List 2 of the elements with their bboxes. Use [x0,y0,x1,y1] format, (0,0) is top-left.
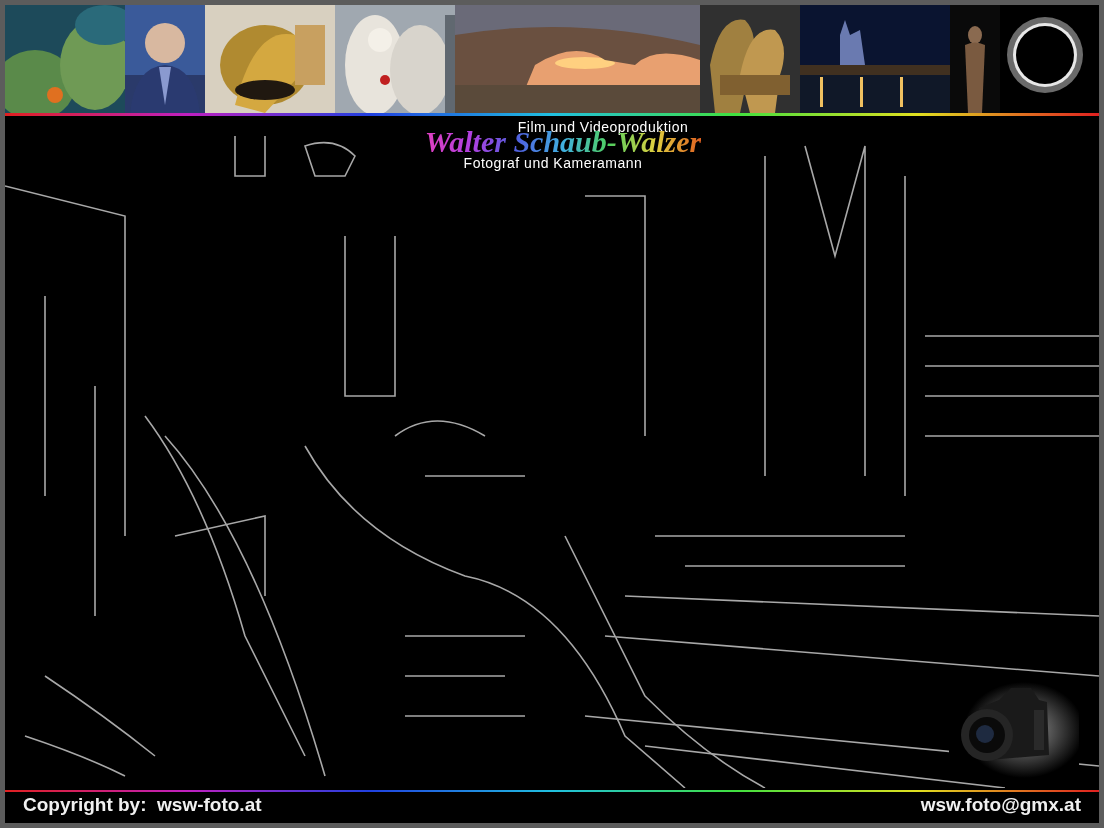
copyright-text: Copyright by: wsw-foto.at [23,793,262,818]
email-link[interactable]: wsw.foto@gmx.at [920,791,1081,820]
